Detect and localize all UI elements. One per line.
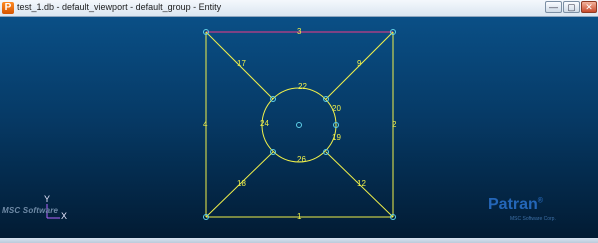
bottom-border: [0, 238, 598, 243]
triad-x-label: X: [61, 211, 68, 221]
label-curve-2: 2: [392, 120, 397, 129]
label-curve-1: 1: [297, 212, 302, 221]
node-center[interactable]: [296, 122, 302, 128]
patran-logo: Patran®: [488, 196, 543, 214]
hole-circle[interactable]: [261, 87, 337, 163]
label-curve-24: 24: [260, 119, 269, 128]
patran-logo-text: Patran: [488, 196, 538, 213]
patran-subtitle: MSC Software Corp.: [510, 216, 556, 222]
label-curve-12: 12: [357, 179, 366, 188]
label-curve-20: 20: [332, 104, 341, 113]
triad-y-label: Y: [44, 194, 51, 204]
patran-window: P test_1.db - default_viewport - default…: [0, 0, 598, 243]
label-curve-9: 9: [357, 59, 362, 68]
label-curve-26: 26: [297, 155, 306, 164]
label-curve-17: 17: [237, 59, 246, 68]
label-curve-18: 18: [237, 179, 246, 188]
label-curve-4: 4: [203, 120, 208, 129]
label-curve-19: 19: [332, 133, 341, 142]
label-curve-22: 22: [298, 82, 307, 91]
msc-software-logo: MSC Software: [2, 206, 59, 215]
patran-registered-mark: ®: [537, 197, 543, 205]
label-curve-3: 3: [297, 27, 302, 36]
